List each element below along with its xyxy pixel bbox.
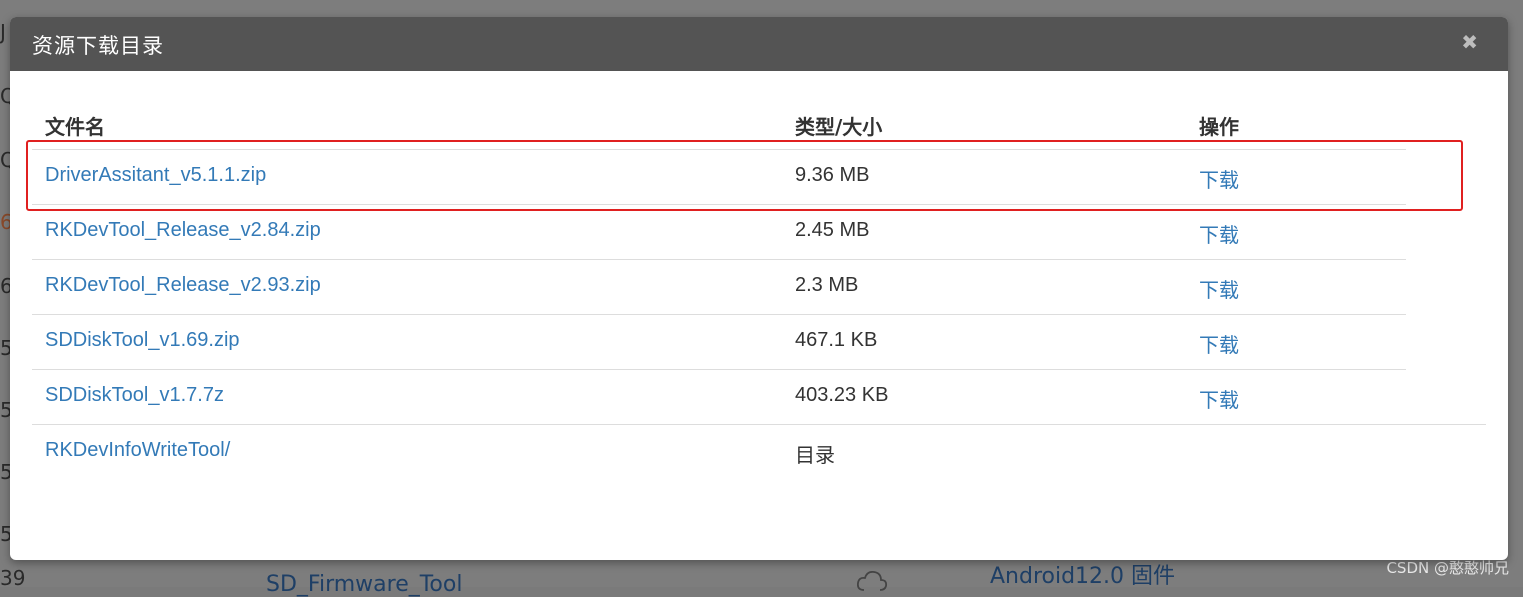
file-size: 2.3 MB	[795, 274, 859, 296]
modal-title: 资源下载目录	[32, 34, 164, 58]
download-link[interactable]: 下载	[1199, 384, 1239, 413]
background-link-sd-firmware-tool: SD_Firmware_Tool	[266, 572, 463, 597]
column-header-action: 操作	[1199, 115, 1239, 139]
file-link[interactable]: SDDiskTool_v1.7.7z	[45, 384, 224, 407]
column-header-filename: 文件名	[45, 115, 105, 139]
table-row: RKDevTool_Release_v2.84.zip 2.45 MB 下载	[32, 204, 1406, 259]
background-text-fragment: 39	[0, 566, 26, 590]
table-row: RKDevInfoWriteTool/ 目录	[32, 424, 1486, 479]
file-size: 467.1 KB	[795, 329, 878, 351]
modal-header: 资源下载目录 ✖	[10, 17, 1508, 71]
file-size: 403.23 KB	[795, 384, 889, 406]
file-link[interactable]: SDDiskTool_v1.69.zip	[45, 329, 240, 352]
file-link[interactable]: DriverAssitant_v5.1.1.zip	[45, 164, 266, 187]
csdn-watermark: CSDN @憨憨帅兄	[1386, 559, 1509, 577]
background-text-fragment: J	[0, 20, 6, 44]
download-link[interactable]: 下载	[1199, 329, 1239, 358]
folder-link[interactable]: RKDevInfoWriteTool/	[45, 439, 230, 462]
cloud-download-icon	[856, 570, 888, 591]
file-type: 目录	[795, 443, 835, 467]
table-row: SDDiskTool_v1.7.7z 403.23 KB 下载	[32, 369, 1406, 424]
file-link[interactable]: RKDevTool_Release_v2.84.zip	[45, 219, 321, 242]
table-row: DriverAssitant_v5.1.1.zip 9.36 MB 下载	[32, 149, 1406, 204]
column-header-type-size: 类型/大小	[795, 115, 883, 139]
download-link[interactable]: 下载	[1199, 164, 1239, 193]
background-link-android12-firmware: Android12.0 固件	[990, 564, 1176, 589]
file-size: 9.36 MB	[795, 164, 870, 186]
download-link[interactable]: 下载	[1199, 274, 1239, 303]
download-link[interactable]: 下载	[1199, 219, 1239, 248]
table-row: SDDiskTool_v1.69.zip 467.1 KB 下载	[32, 314, 1406, 369]
table-row: RKDevTool_Release_v2.93.zip 2.3 MB 下载	[32, 259, 1406, 314]
file-size: 2.45 MB	[795, 219, 870, 241]
close-icon[interactable]: ✖	[1461, 31, 1478, 55]
resource-download-modal: 资源下载目录 ✖ 文件名 类型/大小 操作 DriverAssitant_v5.…	[10, 17, 1508, 560]
file-link[interactable]: RKDevTool_Release_v2.93.zip	[45, 274, 321, 297]
